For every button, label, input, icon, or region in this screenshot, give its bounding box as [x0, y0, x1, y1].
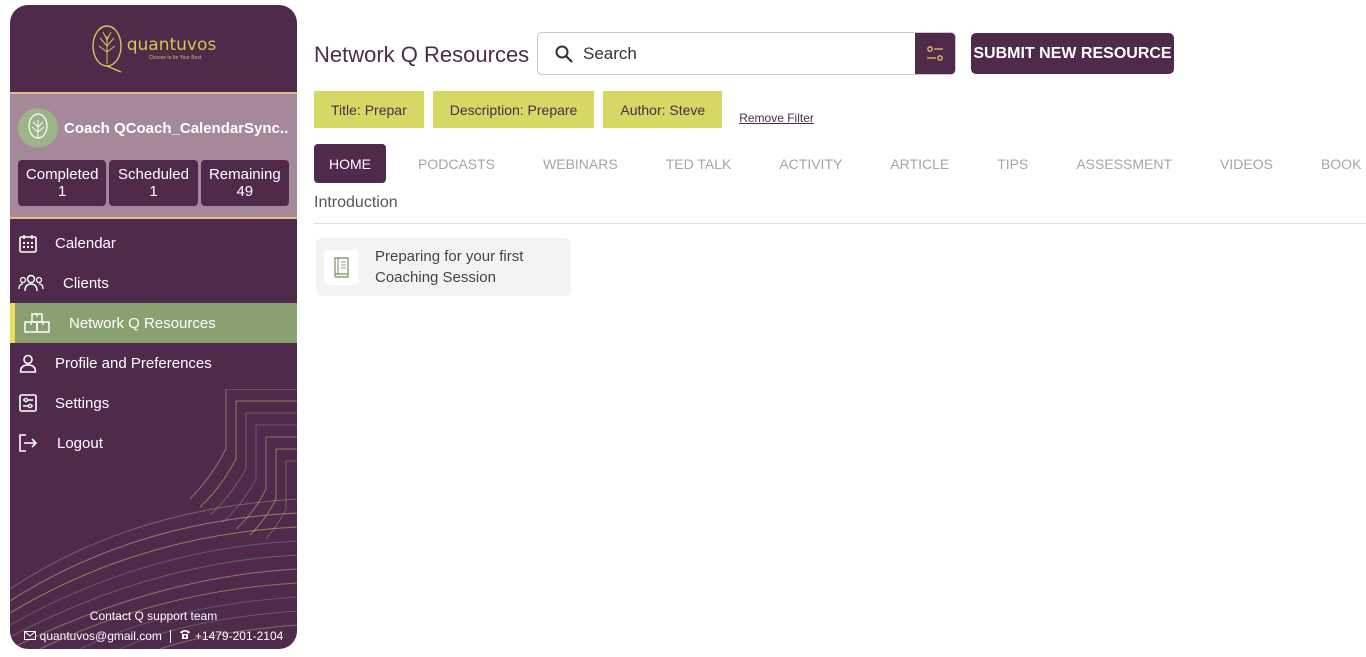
nav-label: Logout	[57, 434, 103, 452]
nav-item-profile-preferences[interactable]: Profile and Preferences	[10, 343, 297, 383]
tab-tips[interactable]: TIPS	[997, 144, 1028, 183]
tab-assessment[interactable]: ASSESSMENT	[1076, 144, 1172, 183]
tab-home[interactable]: HOME	[314, 144, 386, 183]
tab-videos[interactable]: VIDEOS	[1220, 144, 1273, 183]
tab-article[interactable]: ARTICLE	[890, 144, 949, 183]
nav-item-network-q-resources[interactable]: Network Q Resources	[10, 303, 297, 343]
nav-item-settings[interactable]: Settings	[10, 383, 297, 423]
active-filters: Title: Prepar Description: Prepare Autho…	[314, 91, 814, 128]
calendar-icon	[18, 233, 38, 253]
tab-activity[interactable]: ACTIVITY	[779, 144, 842, 183]
section-divider	[314, 223, 1366, 224]
page-title: Network Q Resources	[314, 42, 530, 67]
divider	[169, 629, 171, 643]
support-footer: Contact Q support team quantuvos@gmail.c…	[10, 609, 297, 643]
nav-item-calendar[interactable]: Calendar	[10, 223, 297, 263]
filter-button[interactable]	[915, 33, 955, 74]
sidebar-nav: Calendar Clients Network Q Resources Pro…	[10, 219, 297, 463]
mail-icon	[23, 629, 36, 643]
user-icon	[18, 353, 38, 373]
clients-icon	[18, 273, 44, 293]
stat-value: 49	[236, 183, 254, 200]
remove-filter-link[interactable]: Remove Filter	[739, 111, 814, 125]
filter-chip-description[interactable]: Description: Prepare	[432, 91, 595, 128]
resource-title: Preparing for your first Coaching Sessio…	[375, 248, 524, 286]
search-bar	[537, 32, 956, 75]
tree-logo-icon	[92, 24, 122, 73]
brand-logo[interactable]: quantuvos Choose to be Your Best	[10, 5, 297, 94]
search-input[interactable]	[583, 33, 915, 74]
session-stats: Completed 1 Scheduled 1 Remaining 49	[10, 152, 297, 206]
submit-new-resource-button[interactable]: SUBMIT NEW RESOURCE	[971, 33, 1174, 74]
stat-label: Remaining	[208, 166, 281, 183]
coach-name: Coach QCoach_CalendarSync.....	[64, 119, 289, 137]
nav-label: Network Q Resources	[69, 314, 216, 332]
nav-item-logout[interactable]: Logout	[10, 423, 297, 463]
avatar[interactable]	[18, 108, 58, 148]
filter-chip-title[interactable]: Title: Prepar	[314, 91, 424, 128]
nav-item-clients[interactable]: Clients	[10, 263, 297, 303]
stat-value: 1	[57, 183, 67, 200]
settings-icon	[18, 393, 38, 413]
section-heading: Introduction	[314, 194, 398, 211]
filter-icon	[927, 45, 943, 61]
tree-avatar-icon	[28, 113, 48, 139]
nav-label: Calendar	[55, 234, 116, 252]
support-label: Contact Q support team	[89, 609, 218, 623]
stat-remaining: Remaining 49	[200, 160, 289, 206]
tab-podcasts[interactable]: PODCASTS	[418, 144, 495, 183]
tab-webinars[interactable]: WEBINARS	[543, 144, 618, 183]
book-icon	[324, 249, 359, 285]
search-icon	[553, 43, 575, 65]
brand-tagline: Choose to be Your Best	[148, 54, 202, 61]
stat-label: Completed	[25, 166, 99, 183]
nav-label: Clients	[63, 274, 109, 292]
resource-tabs: HOME PODCASTS WEBINARS TED TALK ACTIVITY…	[314, 144, 1361, 183]
support-email[interactable]: quantuvos@gmail.com	[40, 629, 162, 643]
profile-panel: Coach QCoach_CalendarSync..... Completed…	[10, 94, 297, 219]
tab-book[interactable]: BOOK	[1321, 144, 1361, 183]
nav-label: Profile and Preferences	[55, 354, 212, 372]
nav-label: Settings	[55, 394, 110, 412]
support-phone[interactable]: +1479-201-2104	[195, 629, 283, 643]
sidebar: quantuvos Choose to be Your Best Coach Q…	[10, 5, 297, 649]
resources-icon	[24, 313, 50, 333]
resource-card[interactable]: Preparing for your first Coaching Sessio…	[316, 238, 571, 296]
logout-icon	[18, 433, 38, 453]
stat-completed: Completed 1	[18, 160, 107, 206]
stat-value: 1	[149, 183, 158, 200]
stat-scheduled: Scheduled 1	[109, 160, 198, 206]
tab-ted-talk[interactable]: TED TALK	[666, 144, 732, 183]
brand-name: quantuvos	[126, 34, 217, 55]
filter-chip-author[interactable]: Author: Steve	[603, 91, 723, 128]
stat-label: Scheduled	[118, 166, 189, 183]
phone-icon	[179, 629, 191, 643]
